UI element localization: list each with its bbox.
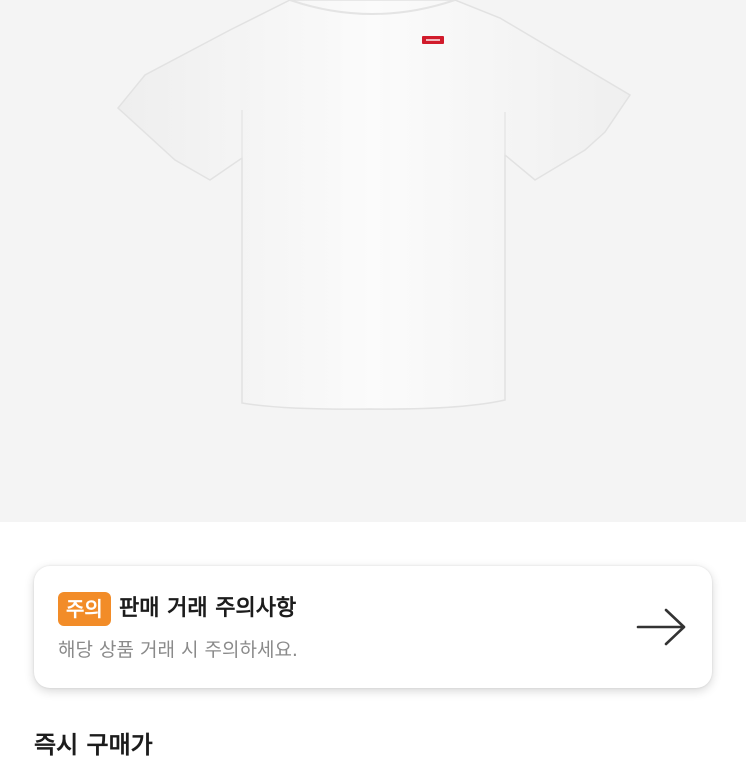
arrow-right-icon[interactable]	[634, 606, 690, 648]
trade-notice-card[interactable]: 주의 판매 거래 주의사항 해당 상품 거래 시 주의하세요.	[34, 566, 712, 688]
instant-buy-price-title: 즉시 구매가	[34, 731, 153, 759]
notice-title: 판매 거래 주의사항	[119, 596, 297, 621]
notice-badge: 주의	[58, 592, 111, 626]
notice-subtitle: 해당 상품 거래 시 주의하세요.	[58, 639, 298, 661]
tshirt-image	[116, 0, 632, 410]
product-image-area[interactable]	[0, 0, 746, 522]
